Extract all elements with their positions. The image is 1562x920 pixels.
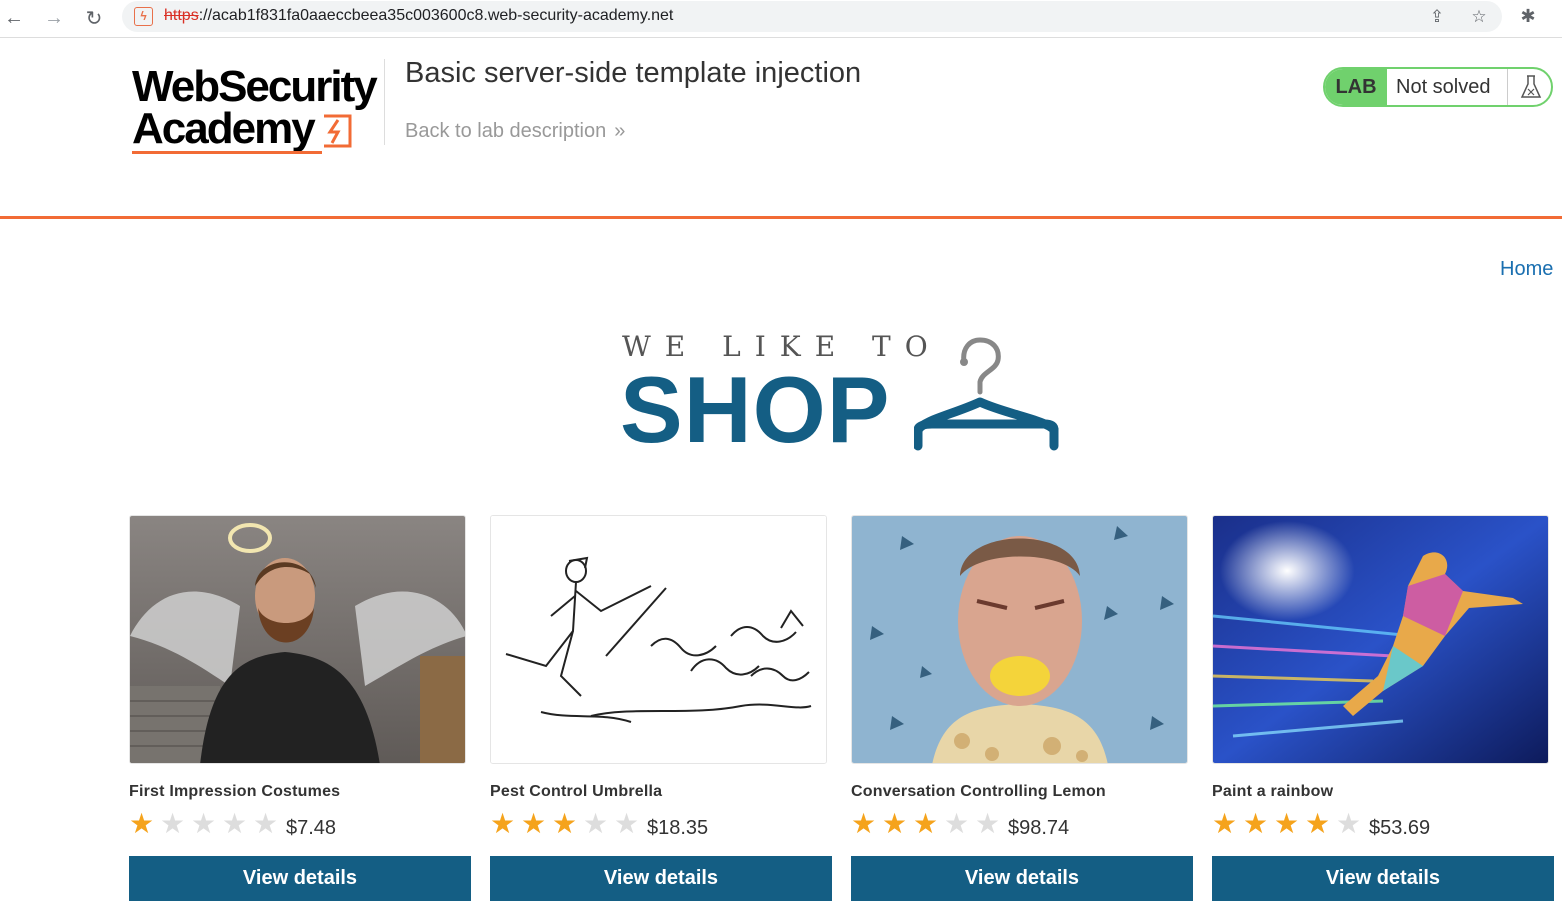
share-icon[interactable]: ⇪ xyxy=(1425,5,1449,29)
view-details-button[interactable]: View details xyxy=(129,856,471,901)
view-details-button[interactable]: View details xyxy=(490,856,832,901)
product-card: First Impression Costumes ★ ★ ★ ★ ★ $7.4… xyxy=(129,515,471,920)
product-image-costumes[interactable] xyxy=(129,515,466,764)
star-icon: ★ xyxy=(552,808,578,839)
star-icon: ★ xyxy=(913,808,939,839)
product-rating-stars: ★ ★ ★ ★ ★ xyxy=(490,808,645,839)
view-details-button[interactable]: View details xyxy=(1212,856,1554,901)
we-like-to-shop-banner: WE LIKE TO SHOP xyxy=(620,330,1062,460)
product-grid: First Impression Costumes ★ ★ ★ ★ ★ $7.4… xyxy=(129,515,1559,920)
product-rating-stars: ★ ★ ★ ★ ★ xyxy=(851,808,1006,839)
star-icon: ★ xyxy=(975,808,1001,839)
product-name: First Impression Costumes xyxy=(129,783,341,800)
star-icon: ★ xyxy=(1243,808,1269,839)
star-icon: ★ xyxy=(1274,808,1300,839)
product-price: $18.35 xyxy=(647,817,709,839)
double-chevron-right-icon: » xyxy=(614,120,626,142)
star-icon: ★ xyxy=(882,808,908,839)
back-arrow-icon[interactable]: ← xyxy=(0,4,28,32)
star-icon: ★ xyxy=(944,808,970,839)
url-protocol: https xyxy=(164,7,199,24)
product-name: Paint a rainbow xyxy=(1212,783,1334,800)
browser-toolbar: ← → ↻ ϟ https://acab1f831fa0aaeccbeea35c… xyxy=(0,0,1562,38)
back-to-lab-description-link[interactable]: Back to lab description » xyxy=(405,120,625,143)
product-card: Conversation Controlling Lemon ★ ★ ★ ★ ★… xyxy=(851,515,1193,920)
star-icon: ★ xyxy=(851,808,877,839)
header-divider xyxy=(384,59,385,145)
product-rating-stars: ★ ★ ★ ★ ★ xyxy=(1212,808,1367,839)
view-details-button[interactable]: View details xyxy=(851,856,1193,901)
site-favicon-icon: ϟ xyxy=(134,7,153,26)
url-host: ://acab1f831fa0aaeccbeea35c003600c8.web-… xyxy=(198,7,674,24)
logo-line-2: Academy xyxy=(132,104,316,153)
product-name: Pest Control Umbrella xyxy=(490,783,663,800)
star-icon: ★ xyxy=(253,808,279,839)
lab-status-text: Not solved xyxy=(1396,76,1491,98)
product-card: Paint a rainbow ★ ★ ★ ★ ★ $53.69 View de… xyxy=(1212,515,1554,920)
coat-hanger-icon xyxy=(914,337,1059,451)
star-icon: ★ xyxy=(129,808,155,839)
back-link-label: Back to lab description xyxy=(405,120,607,142)
star-icon: ★ xyxy=(222,808,248,839)
product-name: Conversation Controlling Lemon xyxy=(851,783,1106,800)
product-image-umbrella[interactable] xyxy=(490,515,827,764)
web-security-academy-logo[interactable]: WebSecurity Academy xyxy=(132,64,382,156)
forward-arrow-icon[interactable]: → xyxy=(40,4,68,32)
star-icon: ★ xyxy=(1305,808,1331,839)
address-bar[interactable]: ϟ https://acab1f831fa0aaeccbeea35c003600… xyxy=(122,1,1502,32)
product-price: $98.74 xyxy=(1008,817,1070,839)
home-link[interactable]: Home xyxy=(1500,258,1553,281)
logo-underline xyxy=(132,151,322,154)
bookmark-star-icon[interactable]: ☆ xyxy=(1467,5,1491,29)
lab-status-widget: LAB Not solved xyxy=(1323,67,1553,107)
star-icon: ★ xyxy=(160,808,186,839)
product-price: $7.48 xyxy=(286,817,337,839)
reload-icon[interactable]: ↻ xyxy=(80,4,108,32)
star-icon: ★ xyxy=(583,808,609,839)
flask-icon xyxy=(1507,69,1551,105)
star-icon: ★ xyxy=(191,808,217,839)
lab-badge: LAB xyxy=(1325,69,1387,105)
star-icon: ★ xyxy=(614,808,640,839)
product-card: Pest Control Umbrella ★ ★ ★ ★ ★ $18.35 V… xyxy=(490,515,832,920)
star-icon: ★ xyxy=(521,808,547,839)
star-icon: ★ xyxy=(1212,808,1238,839)
lab-title: Basic server-side template injection xyxy=(405,57,862,89)
product-price: $53.69 xyxy=(1369,817,1431,839)
banner-shop-text: SHOP xyxy=(620,357,891,462)
logo-lightning-icon xyxy=(324,114,352,148)
lab-header: WebSecurity Academy Basic server-side te… xyxy=(0,39,1562,219)
product-rating-stars: ★ ★ ★ ★ ★ xyxy=(129,808,284,839)
star-icon: ★ xyxy=(490,808,516,839)
extensions-puzzle-icon[interactable]: ✱ xyxy=(1516,4,1540,28)
product-image-rainbow[interactable] xyxy=(1212,515,1549,764)
product-image-lemon[interactable] xyxy=(851,515,1188,764)
star-icon: ★ xyxy=(1336,808,1362,839)
url-text[interactable]: https://acab1f831fa0aaeccbeea35c003600c8… xyxy=(164,7,673,25)
